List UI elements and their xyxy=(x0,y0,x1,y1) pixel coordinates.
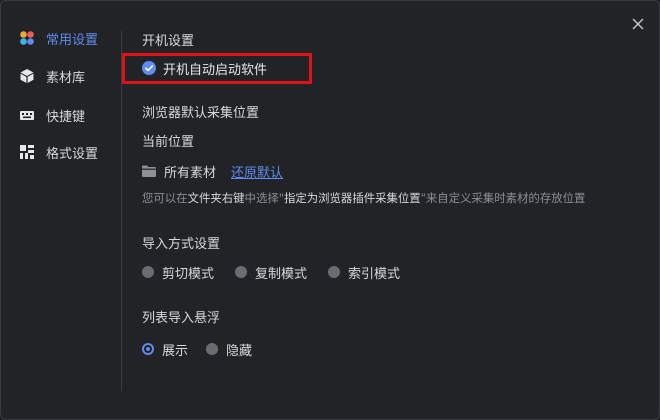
current-location-label: 当前位置 xyxy=(142,135,195,150)
startup-heading: 开机设置 xyxy=(142,34,195,49)
float-mode-group: 展示 隐藏 xyxy=(142,340,273,359)
radio-label: 隐藏 xyxy=(226,343,253,359)
restore-default-link[interactable]: 还原默认 xyxy=(231,162,283,181)
radio-show[interactable]: 展示 xyxy=(142,340,188,359)
radio-label: 展示 xyxy=(162,343,189,359)
radio-label: 剪切模式 xyxy=(162,266,215,282)
sidebar-item-label: 常用设置 xyxy=(46,32,99,48)
folder-icon xyxy=(142,165,156,177)
folder-name: 所有素材 xyxy=(164,165,217,181)
settings-sidebar: 常用设置 素材库 快捷键 格式设置 xyxy=(1,1,121,419)
sidebar-item-format[interactable]: 格式设置 xyxy=(19,140,98,164)
radio-index-mode[interactable]: 索引模式 xyxy=(328,263,400,282)
cube-icon xyxy=(19,68,35,84)
radio-label: 索引模式 xyxy=(348,266,401,282)
radio-dot xyxy=(328,266,341,278)
hint-text: "来自定义采集时素材的存放位置 xyxy=(420,191,586,205)
autostart-checkbox[interactable]: 开机自动启动软件 xyxy=(142,59,268,78)
import-heading: 导入方式设置 xyxy=(142,237,221,252)
radio-copy-mode[interactable]: 复制模式 xyxy=(235,263,307,282)
float-heading: 列表导入悬浮 xyxy=(142,311,221,326)
settings-panel: 开机设置 开机自动启动软件 浏览器默认采集位置 当前位置 所有素材 还原默认 您… xyxy=(142,1,642,419)
radio-cut-mode[interactable]: 剪切模式 xyxy=(142,263,214,282)
radio-dot-selected xyxy=(142,343,154,355)
keyboard-icon xyxy=(19,107,35,123)
sidebar-item-library[interactable]: 素材库 xyxy=(19,64,85,88)
hint-text: 您可以在 xyxy=(142,191,188,205)
sidebar-divider xyxy=(121,31,122,391)
radio-label: 复制模式 xyxy=(255,266,308,282)
radio-dot xyxy=(235,266,248,278)
grid-icon xyxy=(19,144,35,160)
sidebar-item-shortcuts[interactable]: 快捷键 xyxy=(19,103,85,127)
hint-text: 中选择" xyxy=(244,191,284,205)
check-circle-icon xyxy=(142,61,156,75)
sidebar-item-label: 格式设置 xyxy=(46,146,99,162)
hint-emphasis: 指定为浏览器插件采集位置 xyxy=(283,191,421,205)
current-location-row: 所有素材 还原默认 xyxy=(142,162,283,181)
sidebar-item-label: 素材库 xyxy=(46,70,86,86)
settings-dialog: 常用设置 素材库 快捷键 格式设置 开机设置 开机自动启动软件 浏览器默认采集位… xyxy=(0,0,660,420)
location-hint: 您可以在文件夹右键中选择"指定为浏览器插件采集位置"来自定义采集时素材的存放位置 xyxy=(142,190,585,206)
radio-dot xyxy=(142,266,154,278)
autostart-label: 开机自动启动软件 xyxy=(163,62,268,78)
browser-heading: 浏览器默认采集位置 xyxy=(142,106,260,121)
sidebar-item-label: 快捷键 xyxy=(46,109,86,125)
radio-dot xyxy=(206,343,219,355)
import-mode-group: 剪切模式 复制模式 索引模式 xyxy=(142,263,421,282)
sidebar-item-general[interactable]: 常用设置 xyxy=(19,26,98,50)
radio-hide[interactable]: 隐藏 xyxy=(206,340,252,359)
hint-emphasis: 文件夹右键 xyxy=(187,191,245,205)
palette-icon xyxy=(19,30,35,46)
